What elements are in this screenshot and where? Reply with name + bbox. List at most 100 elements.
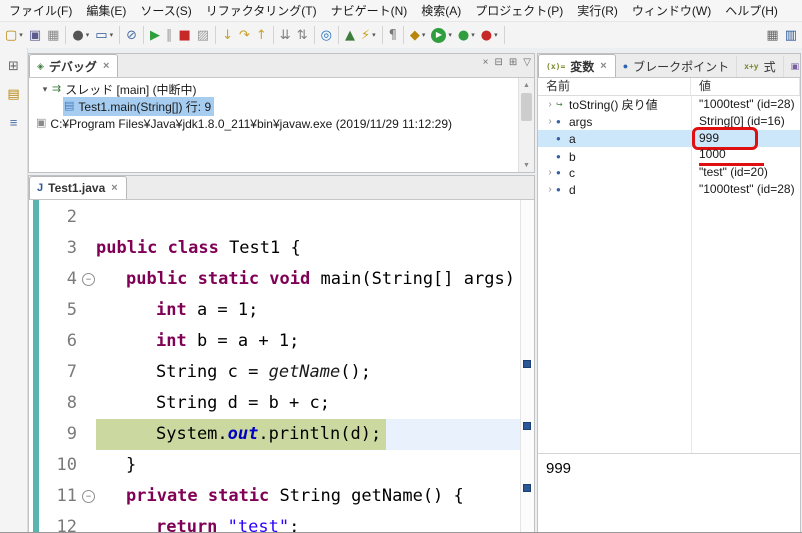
expander-icon[interactable]: › [544, 99, 556, 110]
scroll-up-icon[interactable]: ▲ [519, 78, 534, 92]
new-button[interactable]: ▢▾ [2, 23, 26, 47]
run-app-button[interactable]: ▶▾ [428, 23, 455, 47]
line-number[interactable]: 3 [39, 233, 77, 264]
overview-marker[interactable] [523, 360, 531, 368]
tab-interactive[interactable]: ▣対話 [784, 56, 800, 77]
process-row[interactable]: ▣C:¥Program Files¥Java¥jdk1.8.0_211¥bin¥… [29, 115, 534, 132]
disconnect-button[interactable]: ▨ [194, 23, 212, 47]
line-number[interactable]: 6 [39, 326, 77, 357]
fold-marker[interactable]: − [81, 481, 96, 512]
code-line-7[interactable]: String c = getName(); [96, 357, 520, 388]
variables-empty-area[interactable] [538, 198, 800, 453]
line-number[interactable]: 12 [39, 512, 77, 533]
line-number[interactable]: 9 [39, 419, 77, 450]
close-icon[interactable]: × [102, 60, 110, 72]
menu-file[interactable]: ファイル(F) [2, 0, 79, 21]
code-line-11[interactable]: private static String getName() { [96, 481, 520, 512]
expander-icon[interactable]: › [544, 184, 556, 195]
step-over-button[interactable]: ↷ [236, 23, 253, 47]
fold-marker[interactable]: − [81, 264, 96, 295]
overview-marker[interactable] [523, 422, 531, 430]
menu-edit[interactable]: 編集(E) [79, 0, 133, 21]
menu-window[interactable]: ウィンドウ(W) [625, 0, 718, 21]
remove-all-terminated-button[interactable]: × [483, 57, 489, 68]
expander-icon[interactable]: ▾ [39, 84, 51, 95]
var-row-a[interactable]: ●a999 [538, 130, 800, 147]
resume-button[interactable]: ▶ [147, 23, 163, 47]
collapse-frames-button[interactable]: ⊟ [495, 57, 503, 68]
overview-marker[interactable] [523, 484, 531, 492]
expander-icon[interactable]: › [544, 116, 556, 127]
code-line-5[interactable]: int a = 1; [96, 295, 520, 326]
external-tools-button[interactable]: ⚡▾ [358, 23, 379, 47]
save-button[interactable]: ▣ [26, 23, 44, 47]
var-row-args[interactable]: ›●argsString[0] (id=16) [538, 113, 800, 130]
overview-ruler[interactable] [520, 200, 534, 533]
search-button[interactable]: ◆▾ [407, 23, 429, 47]
line-number[interactable]: 10 [39, 450, 77, 481]
var-row-c[interactable]: ›●c"test" (id=20) [538, 164, 800, 181]
terminate-button[interactable]: ■ [175, 23, 193, 47]
user-button[interactable]: ●▾ [69, 23, 92, 47]
stack-frame-row[interactable]: ▤Test1.main(String[]) 行: 9 [29, 98, 534, 115]
line-number[interactable]: 8 [39, 388, 77, 419]
coverage-button[interactable]: ●▾ [455, 23, 478, 47]
var-row-return[interactable]: ›↪toString() 戻り値"1000test" (id=28) [538, 96, 800, 113]
code-line-6[interactable]: int b = a + 1; [96, 326, 520, 357]
collapse-icon[interactable]: − [82, 490, 95, 503]
step-into-button[interactable]: ↓ [219, 23, 236, 47]
menu-search[interactable]: 検索(A) [414, 0, 468, 21]
open-perspective-button[interactable]: ▦ [763, 23, 781, 47]
close-icon[interactable]: × [110, 182, 118, 194]
line-number-ruler[interactable]: 23456789101112 [39, 200, 81, 533]
var-row-d[interactable]: ›●d"1000test" (id=28) [538, 181, 800, 198]
step-filters-button[interactable]: ⇅ [294, 23, 311, 47]
java-perspective-button[interactable]: ▥ [782, 23, 800, 47]
column-header-value[interactable]: 値 [691, 78, 800, 95]
tab-breakpoints[interactable]: ●ブレークポイント [616, 56, 737, 77]
scrollbar-thumb[interactable] [521, 93, 532, 121]
line-number[interactable]: 4 [39, 264, 77, 295]
expander-icon[interactable]: › [544, 167, 556, 178]
debug-scrollbar[interactable]: ▲ ▼ [518, 78, 534, 172]
code-line-2[interactable] [96, 202, 520, 233]
drop-to-frame-button[interactable]: ⇊ [277, 23, 294, 47]
scroll-down-icon[interactable]: ▼ [519, 158, 534, 172]
tab-expressions[interactable]: x+y式 [737, 56, 783, 77]
code-line-9[interactable]: System.out.println(d); [96, 419, 520, 450]
restore-views-button[interactable]: ⊞ [4, 56, 24, 76]
new-java-element-button[interactable]: ▲ [342, 23, 358, 47]
line-number[interactable]: 2 [39, 202, 77, 233]
menu-source[interactable]: ソース(S) [133, 0, 198, 21]
code-area[interactable]: public class Test1 {public static void m… [96, 200, 520, 533]
view-menu-button[interactable]: ▽ [523, 57, 531, 68]
line-number[interactable]: 7 [39, 357, 77, 388]
launch-config-button[interactable]: ◎ [318, 23, 335, 47]
folding-ruler[interactable]: −− [81, 200, 96, 533]
code-line-10[interactable]: } [96, 450, 520, 481]
tab-debug[interactable]: ◈ デバッグ × [29, 54, 118, 78]
console-button[interactable]: ▭▾ [92, 23, 116, 47]
tab-test1-java[interactable]: J Test1.java × [29, 176, 127, 200]
code-line-8[interactable]: String d = b + c; [96, 388, 520, 419]
line-number[interactable]: 5 [39, 295, 77, 326]
column-header-name[interactable]: 名前 [538, 78, 691, 95]
var-row-b[interactable]: ●b1000 [538, 147, 800, 164]
thread-row[interactable]: ▾⇉スレッド [main] (中断中) [29, 81, 534, 98]
line-number[interactable]: 11 [39, 481, 77, 512]
show-whitespace-button[interactable]: ¶ [386, 23, 400, 47]
close-icon[interactable]: × [599, 60, 607, 72]
suspend-button[interactable]: ∥ [163, 23, 176, 47]
code-line-4[interactable]: public static void main(String[] args) { [96, 264, 520, 295]
menu-refactoring[interactable]: リファクタリング(T) [199, 0, 324, 21]
type-hierarchy-button[interactable]: ≡ [4, 112, 24, 132]
collapse-icon[interactable]: − [82, 273, 95, 286]
skip-breakpoints-button[interactable]: ⊘ [123, 23, 140, 47]
expand-frames-button[interactable]: ⊞ [509, 57, 517, 68]
profile-button[interactable]: ●▾ [478, 23, 501, 47]
menu-project[interactable]: プロジェクト(P) [468, 0, 570, 21]
save-all-button[interactable]: ▦ [44, 23, 62, 47]
code-line-12[interactable]: return "test"; [96, 512, 520, 533]
menu-run[interactable]: 実行(R) [570, 0, 625, 21]
variable-detail-pane[interactable]: 999 [538, 453, 800, 533]
